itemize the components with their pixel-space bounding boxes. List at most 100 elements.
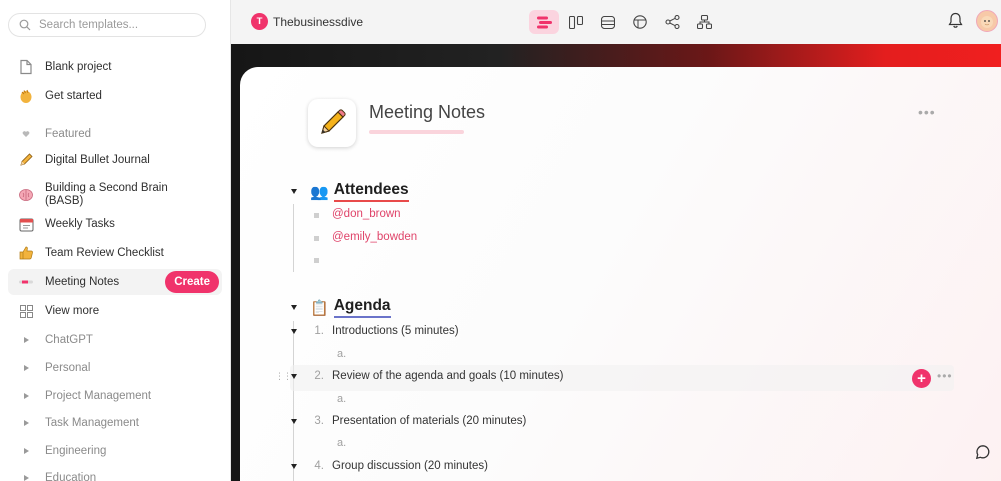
list-number: 3. <box>314 415 324 427</box>
sidebar-item-second-brain[interactable]: Building a Second Brain (BASB) <box>8 180 222 210</box>
collapse-item-icon[interactable] <box>291 464 297 469</box>
bullet-marker <box>314 213 319 218</box>
agenda-guide-line <box>293 321 294 481</box>
expand-arrow-icon <box>18 470 34 481</box>
grid-icon <box>18 303 34 319</box>
sidebar-item-get-started[interactable]: Get started <box>8 83 222 109</box>
attendees-heading[interactable]: 👥 Attendees <box>310 181 409 202</box>
agenda-heading[interactable]: 📋 Agenda <box>310 297 391 318</box>
sidebar-section-featured[interactable]: Featured <box>8 121 222 147</box>
view-switcher <box>529 10 721 34</box>
agenda-item[interactable]: Review of the agenda and goals (10 minut… <box>332 370 563 382</box>
bullet-marker <box>314 236 319 241</box>
sidebar-category-label: Project Management <box>45 389 152 402</box>
expand-arrow-icon <box>18 443 34 459</box>
layout-view-icon[interactable] <box>625 10 655 34</box>
sidebar-category-chatgpt[interactable]: ChatGPT <box>8 327 222 353</box>
thumbs-up-icon <box>18 245 34 261</box>
sidebar-item-label: Digital Bullet Journal <box>45 153 150 166</box>
people-icon: 👥 <box>310 183 329 201</box>
sidebar-category-label: ChatGPT <box>45 333 93 346</box>
agenda-item[interactable]: Introductions (5 minutes) <box>332 325 459 337</box>
document-page: Meeting Notes ••• 👥 Attendees @don_brown… <box>240 67 1001 481</box>
sidebar-item-meeting-notes[interactable]: Meeting Notes Create <box>8 269 222 295</box>
sidebar-category-personal[interactable]: Personal <box>8 355 222 381</box>
heart-icon <box>18 126 34 142</box>
collapse-agenda-icon[interactable] <box>291 305 297 310</box>
sidebar-item-label: Team Review Checklist <box>45 246 164 259</box>
list-number: 1. <box>314 325 324 337</box>
top-bar: T Thebusinessdive <box>231 0 1001 44</box>
board-view-icon[interactable] <box>561 10 591 34</box>
agenda-item[interactable]: Presentation of materials (20 minutes) <box>332 415 526 427</box>
mindmap-view-icon[interactable] <box>657 10 687 34</box>
expand-arrow-icon <box>18 415 34 431</box>
list-number: 2. <box>314 370 324 382</box>
attendees-guide-line <box>293 204 294 272</box>
page-title[interactable]: Meeting Notes <box>369 102 485 123</box>
row-more-options-icon[interactable]: ••• <box>937 369 953 383</box>
agenda-heading-text: Agenda <box>333 297 391 318</box>
sidebar-item-label: Get started <box>45 89 102 102</box>
workspace-avatar[interactable]: T <box>251 13 268 30</box>
sidebar-item-view-more[interactable]: View more <box>8 298 222 324</box>
sidebar-item-label: Building a Second Brain (BASB) <box>45 182 168 207</box>
list-number: 4. <box>314 460 324 472</box>
sidebar-item-weekly-tasks[interactable]: Weekly Tasks <box>8 211 222 237</box>
comment-icon[interactable] <box>975 444 991 463</box>
sidebar-item-blank-project[interactable]: Blank project <box>8 54 222 80</box>
workspace-name[interactable]: Thebusinessdive <box>273 15 363 29</box>
sidebar-category-project-management[interactable]: Project Management <box>8 383 222 409</box>
attendees-heading-text: Attendees <box>333 181 409 202</box>
sub-item-marker[interactable]: a. <box>337 348 346 360</box>
sidebar-item-label: View more <box>45 304 100 317</box>
meeting-notes-icon <box>18 274 34 290</box>
title-underline <box>369 130 464 134</box>
sidebar-category-task-management[interactable]: Task Management <box>8 410 222 436</box>
collapse-item-icon[interactable] <box>291 419 297 424</box>
sidebar-category-label: Education <box>45 471 97 481</box>
create-button[interactable]: Create <box>165 271 219 293</box>
add-block-button[interactable]: + <box>912 369 931 388</box>
search-icon <box>19 19 31 31</box>
expand-arrow-icon <box>18 388 34 404</box>
sidebar-section-label: Featured <box>45 127 92 140</box>
expand-arrow-icon <box>18 332 34 348</box>
blank-page-icon <box>18 59 34 75</box>
user-avatar[interactable] <box>976 10 998 32</box>
sidebar-item-digital-bullet-journal[interactable]: Digital Bullet Journal <box>8 147 222 173</box>
sidebar-item-label: Blank project <box>45 60 112 73</box>
search-box[interactable] <box>8 13 206 37</box>
sidebar-category-label: Task Management <box>45 416 139 429</box>
sidebar-category-label: Engineering <box>45 444 107 457</box>
sidebar-category-label: Personal <box>45 361 91 374</box>
collapse-attendees-icon[interactable] <box>291 189 297 194</box>
sidebar: Blank project Get started Featured Digit… <box>0 0 231 481</box>
brain-icon <box>18 187 34 203</box>
attendee-mention[interactable]: @emily_bowden <box>332 231 417 243</box>
document-view-icon[interactable] <box>529 10 559 34</box>
table-view-icon[interactable] <box>593 10 623 34</box>
sidebar-category-engineering[interactable]: Engineering <box>8 438 222 464</box>
document-pencil-icon[interactable] <box>308 99 356 147</box>
org-chart-view-icon[interactable] <box>689 10 719 34</box>
sidebar-item-label: Meeting Notes <box>45 275 120 288</box>
sidebar-category-education[interactable]: Education <box>8 465 222 481</box>
expand-arrow-icon <box>18 360 34 376</box>
sub-item-marker[interactable]: a. <box>337 437 346 449</box>
agenda-item[interactable]: Group discussion (20 minutes) <box>332 460 488 472</box>
sidebar-item-team-review-checklist[interactable]: Team Review Checklist <box>8 240 222 266</box>
empty-bullet[interactable] <box>314 258 319 263</box>
clipboard-icon: 📋 <box>310 299 329 317</box>
pencil-icon <box>18 152 34 168</box>
attendee-mention[interactable]: @don_brown <box>332 208 401 220</box>
notification-bell-icon[interactable] <box>948 12 963 32</box>
page-more-options-icon[interactable]: ••• <box>918 104 936 120</box>
collapse-item-icon[interactable] <box>291 329 297 334</box>
drag-handle-icon[interactable]: ⋮⋮ <box>275 371 292 382</box>
search-input[interactable] <box>39 19 199 31</box>
sidebar-item-label: Weekly Tasks <box>45 217 115 230</box>
sub-item-marker[interactable]: a. <box>337 393 346 405</box>
waving-hand-icon <box>18 88 34 104</box>
collapse-item-icon[interactable] <box>291 374 297 379</box>
